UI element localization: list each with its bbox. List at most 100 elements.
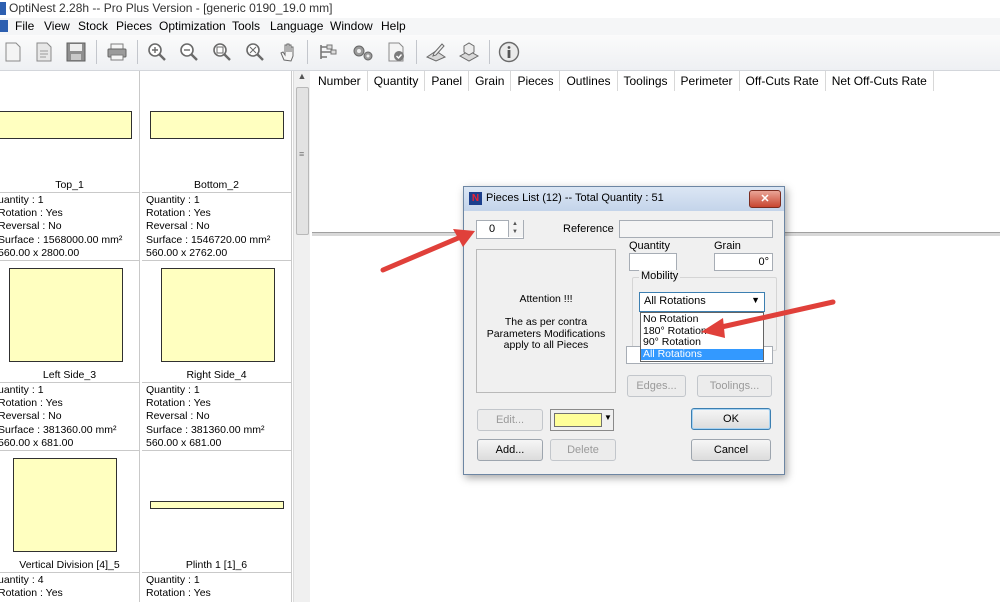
piece-rotation: Rotation : Yes bbox=[146, 397, 211, 410]
option-no-rotation[interactable]: No Rotation bbox=[641, 313, 763, 326]
piece-surface: Surface : 1546720.00 mm² bbox=[146, 233, 271, 246]
col-outlines[interactable]: Outlines bbox=[560, 71, 618, 91]
close-button[interactable]: ✕ bbox=[749, 190, 781, 208]
col-net-offcuts-rate[interactable]: Net Off-Cuts Rate bbox=[826, 71, 934, 91]
toolings-button[interactable]: Toolings... bbox=[697, 375, 772, 397]
piece-card[interactable]: Left Side_3 uantity : 1 Rotation : Yes R… bbox=[0, 261, 140, 451]
piece-rotation: Rotation : Yes bbox=[0, 207, 63, 220]
color-picker[interactable]: ▼ bbox=[550, 409, 614, 431]
stock-icon[interactable] bbox=[456, 39, 482, 65]
quantity-field[interactable] bbox=[629, 253, 677, 271]
dialog-title-bar: N Pieces List (12) -- Total Quantity : 5… bbox=[464, 187, 784, 211]
ok-button[interactable]: OK bbox=[691, 408, 771, 430]
divider bbox=[142, 192, 291, 193]
menu-optimization[interactable]: Optimization bbox=[159, 19, 226, 33]
piece-name: Vertical Division [4]_5 bbox=[19, 559, 120, 571]
zoom-in-icon[interactable] bbox=[144, 39, 170, 65]
new-icon[interactable] bbox=[0, 39, 26, 65]
menu-help[interactable]: Help bbox=[381, 19, 406, 33]
menu-pieces[interactable]: Pieces bbox=[116, 19, 152, 33]
col-panel[interactable]: Panel bbox=[425, 71, 470, 91]
toolbar-separator bbox=[96, 40, 97, 64]
menu-stock[interactable]: Stock bbox=[78, 19, 108, 33]
col-toolings[interactable]: Toolings bbox=[618, 71, 675, 91]
piece-card[interactable]: Top_1 uantity : 1 Rotation : Yes Reversa… bbox=[0, 71, 140, 261]
edges-button[interactable]: Edges... bbox=[627, 375, 686, 397]
settings-icon[interactable] bbox=[350, 39, 376, 65]
spin-up-icon[interactable]: ▲ bbox=[512, 221, 518, 227]
optimize-icon[interactable] bbox=[314, 39, 340, 65]
piece-quantity: uantity : 1 bbox=[0, 194, 44, 206]
piece-name: Bottom_2 bbox=[194, 179, 239, 191]
grip-icon: ≡ bbox=[299, 149, 305, 159]
piece-reversal: Reversal : No bbox=[0, 410, 62, 423]
document-icon[interactable] bbox=[0, 20, 8, 32]
info-icon[interactable] bbox=[496, 39, 522, 65]
zoom-window-icon[interactable] bbox=[209, 39, 235, 65]
piece-rotation: Rotation : Yes bbox=[146, 587, 211, 600]
app-logo-icon: N bbox=[469, 192, 482, 205]
scroll-thumb[interactable] bbox=[296, 87, 309, 235]
scroll-up-icon[interactable]: ▲ bbox=[294, 71, 310, 85]
col-offcuts-rate[interactable]: Off-Cuts Rate bbox=[740, 71, 826, 91]
mobility-select[interactable]: All Rotations ▼ bbox=[639, 292, 765, 312]
spin-down-icon[interactable]: ▼ bbox=[512, 229, 518, 235]
piece-dims: 560.00 x 2800.00 bbox=[0, 246, 80, 259]
zoom-out-icon[interactable] bbox=[176, 39, 202, 65]
piece-rotation: Rotation : Yes bbox=[146, 207, 211, 220]
option-all-rotations[interactable]: All Rotations bbox=[641, 348, 763, 360]
pieces-scrollbar[interactable]: ▲ ≡ bbox=[293, 71, 310, 602]
delete-button[interactable]: Delete bbox=[550, 439, 616, 461]
piece-shape bbox=[9, 268, 123, 362]
piece-dims: 560.00 x 681.00 bbox=[146, 436, 222, 449]
menu-bar: File View Stock Pieces Optimization Tool… bbox=[0, 18, 1000, 35]
edit-pieces-icon[interactable] bbox=[423, 39, 449, 65]
piece-quantity: uantity : 1 bbox=[0, 384, 44, 396]
quantity-label: Quantity bbox=[629, 240, 670, 252]
dialog-title: Pieces List (12) -- Total Quantity : 51 bbox=[486, 192, 664, 204]
validate-icon[interactable] bbox=[383, 39, 409, 65]
piece-name: Right Side_4 bbox=[186, 369, 247, 381]
pan-hand-icon[interactable] bbox=[275, 39, 301, 65]
results-header: Number Quantity Panel Grain Pieces Outli… bbox=[312, 71, 934, 91]
divider bbox=[0, 572, 139, 573]
reference-field[interactable] bbox=[619, 220, 773, 238]
pieces-list-dialog: N Pieces List (12) -- Total Quantity : 5… bbox=[463, 186, 785, 475]
menu-view[interactable]: View bbox=[44, 19, 70, 33]
menu-tools[interactable]: Tools bbox=[232, 19, 260, 33]
chevron-down-icon: ▼ bbox=[751, 295, 760, 305]
col-pieces[interactable]: Pieces bbox=[511, 71, 561, 91]
piece-info: Quantity : 1 Rotation : Yes bbox=[146, 574, 211, 600]
save-icon[interactable] bbox=[63, 39, 89, 65]
grain-field[interactable]: 0° bbox=[714, 253, 773, 271]
piece-info: Quantity : 1 Rotation : Yes Reversal : N… bbox=[146, 194, 270, 260]
piece-card[interactable]: Bottom_2 Quantity : 1 Rotation : Yes Rev… bbox=[142, 71, 292, 261]
option-90-rotation[interactable]: 90° Rotation bbox=[641, 336, 763, 349]
piece-reversal: Reversal : No bbox=[146, 410, 210, 423]
zoom-fit-icon[interactable] bbox=[242, 39, 268, 65]
piece-card[interactable]: Plinth 1 [1]_6 Quantity : 1 Rotation : Y… bbox=[142, 451, 292, 602]
add-button[interactable]: Add... bbox=[477, 439, 543, 461]
piece-quantity: uantity : 4 bbox=[0, 574, 44, 586]
spin-buttons[interactable]: ▲ ▼ bbox=[508, 220, 523, 237]
cancel-button[interactable]: Cancel bbox=[691, 439, 771, 461]
menu-file[interactable]: File bbox=[15, 19, 34, 33]
menu-window[interactable]: Window bbox=[330, 19, 373, 33]
notice-body: The as per contra Parameters Modificatio… bbox=[486, 316, 606, 351]
col-perimeter[interactable]: Perimeter bbox=[675, 71, 740, 91]
notice-box: Attention !!! The as per contra Paramete… bbox=[476, 249, 616, 393]
col-quantity[interactable]: Quantity bbox=[368, 71, 426, 91]
col-grain[interactable]: Grain bbox=[469, 71, 512, 91]
color-swatch bbox=[554, 413, 602, 427]
chevron-down-icon: ▼ bbox=[604, 413, 612, 422]
piece-dims: 560.00 x 2762.00 bbox=[146, 246, 228, 259]
toolbar-separator bbox=[489, 40, 490, 64]
print-icon[interactable] bbox=[104, 39, 130, 65]
menu-language[interactable]: Language bbox=[270, 19, 323, 33]
piece-card[interactable]: Right Side_4 Quantity : 1 Rotation : Yes… bbox=[142, 261, 292, 451]
piece-card[interactable]: Vertical Division [4]_5 uantity : 4 Rota… bbox=[0, 451, 140, 602]
open-icon[interactable] bbox=[31, 39, 57, 65]
col-number[interactable]: Number bbox=[312, 71, 368, 91]
divider bbox=[0, 192, 139, 193]
edit-button[interactable]: Edit... bbox=[477, 409, 543, 431]
